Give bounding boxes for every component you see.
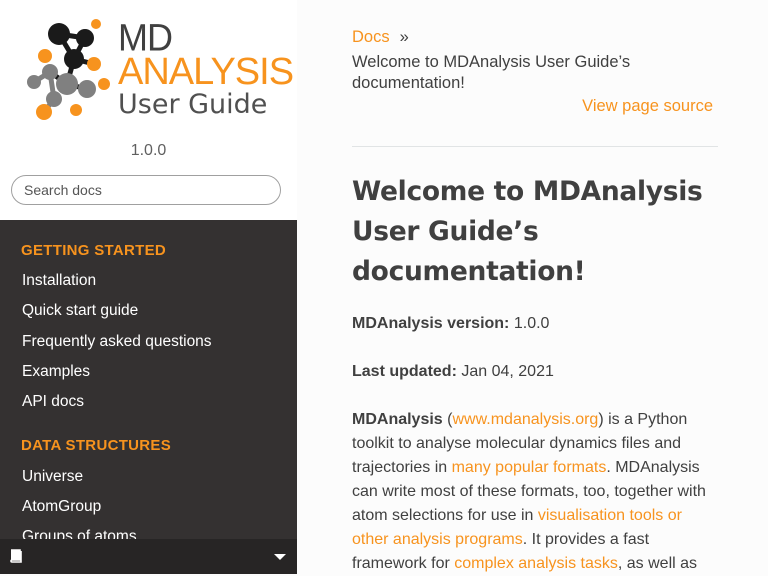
- analysis-tasks-link[interactable]: complex analysis tasks: [454, 555, 618, 572]
- breadcrumb-current: Welcome to MDAnalysis User Guide’s docum…: [352, 53, 631, 92]
- updated-paragraph: Last updated: Jan 04, 2021: [352, 360, 722, 384]
- caption-data-structures: DATA STRUCTURES: [21, 437, 172, 454]
- sidebar-item-api-docs[interactable]: API docs: [22, 393, 84, 411]
- sidebar-item-universe[interactable]: Universe: [22, 468, 83, 486]
- updated-label-bold: Last updated:: [352, 363, 457, 380]
- mdanalysis-site-link[interactable]: www.mdanalysis.org: [452, 411, 598, 428]
- breadcrumb: Docs » Welcome to MDAnalysis User Guide’s…: [352, 27, 692, 94]
- version-switcher[interactable]: [0, 539, 297, 574]
- view-page-source-link[interactable]: View page source: [582, 97, 713, 116]
- breadcrumb-docs-link[interactable]: Docs: [352, 28, 390, 46]
- logo[interactable]: MD ANALYSIS User Guide: [22, 14, 294, 124]
- updated-value: Jan 04, 2021: [461, 363, 554, 380]
- logo-text-user-guide: User Guide: [118, 89, 268, 120]
- breadcrumb-separator: »: [399, 28, 409, 46]
- sidebar-item-quick-start[interactable]: Quick start guide: [22, 302, 138, 320]
- sidebar-header: MD ANALYSIS User Guide 1.0.0: [0, 0, 297, 220]
- version-value: 1.0.0: [513, 315, 550, 332]
- formats-link[interactable]: many popular formats: [452, 459, 607, 476]
- molecule-logo-icon: [27, 19, 110, 120]
- sidebar-item-atomgroup[interactable]: AtomGroup: [22, 498, 101, 516]
- sidebar-item-installation[interactable]: Installation: [22, 272, 96, 290]
- version-label-bold: MDAnalysis version:: [352, 315, 510, 332]
- sidebar: MD ANALYSIS User Guide 1.0.0 GETTING STA…: [0, 0, 297, 574]
- divider: [352, 146, 718, 147]
- intro-text-4: , as well as: [617, 555, 698, 572]
- version-paragraph: MDAnalysis version: 1.0.0: [352, 312, 722, 336]
- sidebar-item-faq[interactable]: Frequently asked questions: [22, 333, 212, 351]
- intro-paragraph: MDAnalysis (www.mdanalysis.org) is a Pyt…: [352, 408, 722, 576]
- logo-text-analysis: ANALYSIS: [118, 51, 294, 93]
- intro-name: MDAnalysis: [352, 411, 443, 428]
- search-input[interactable]: [11, 175, 281, 205]
- caret-down-icon[interactable]: [274, 554, 286, 560]
- caption-getting-started: GETTING STARTED: [21, 242, 167, 259]
- page-title: Welcome to MDAnalysis User Guide’s docum…: [352, 176, 703, 287]
- version-label: 1.0.0: [130, 142, 167, 159]
- sidebar-item-examples[interactable]: Examples: [22, 363, 90, 381]
- book-icon: [10, 549, 22, 563]
